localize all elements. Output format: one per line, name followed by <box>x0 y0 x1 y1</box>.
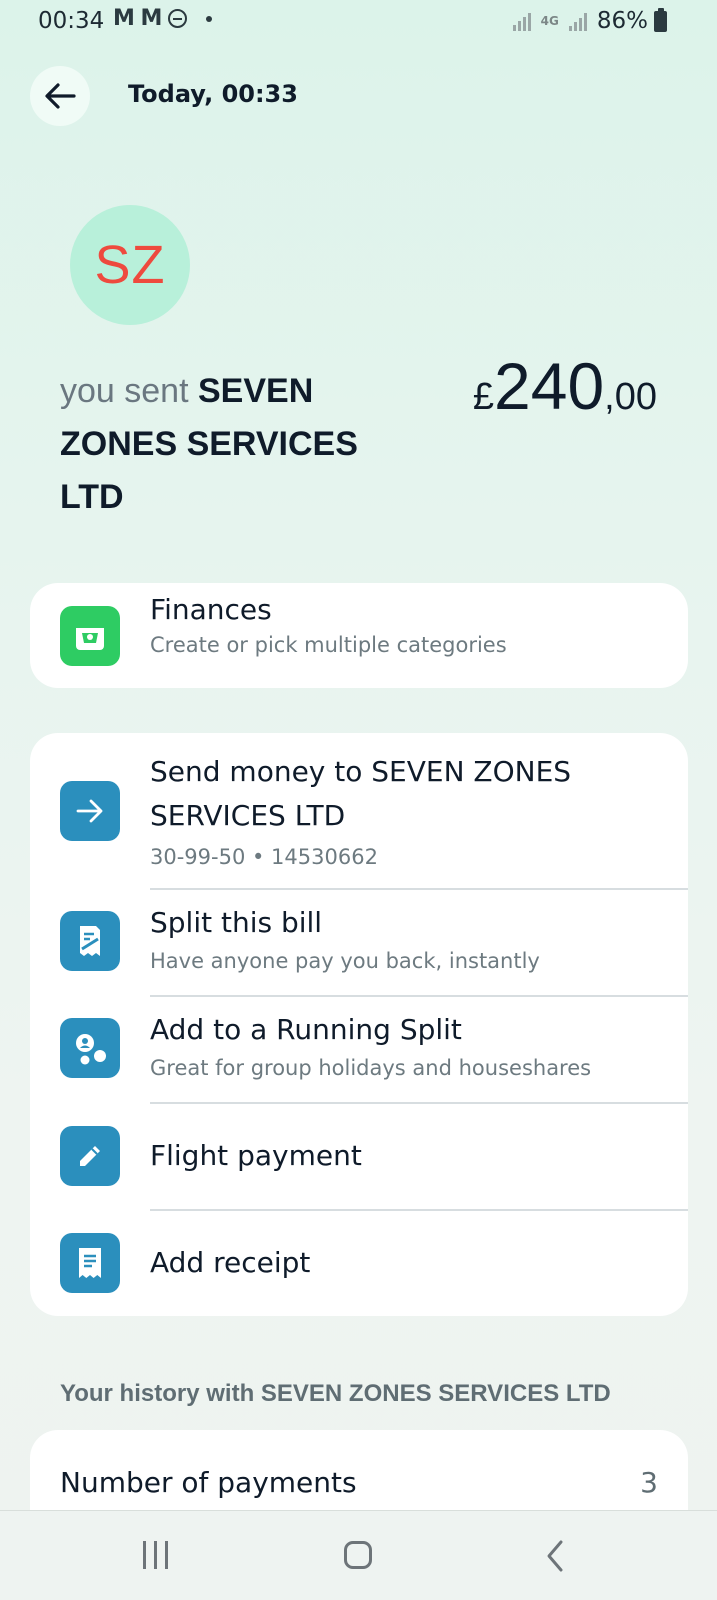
split-bill-title: Split this bill <box>150 906 323 939</box>
avatar: SZ <box>70 205 190 325</box>
history-row-value: 3 <box>640 1466 658 1499</box>
send-money-row[interactable]: Send money to SEVEN ZONES SERVICES LTD 3… <box>30 733 688 888</box>
split-bill-row[interactable]: Split this bill Have anyone pay you back… <box>30 889 688 995</box>
mail-notification-icon: M M <box>113 6 162 31</box>
split-bill-subtitle: Have anyone pay you back, instantly <box>150 949 540 973</box>
add-receipt-row[interactable]: Add receipt <box>30 1210 688 1316</box>
category-title: Finances <box>150 593 272 626</box>
signal-roaming-icon <box>512 11 531 31</box>
status-time: 00:34 <box>38 8 105 34</box>
notification-icons: M M <box>113 6 213 31</box>
running-split-subtitle: Great for group holidays and houseshares <box>150 1056 592 1080</box>
arrow-right-icon <box>60 781 120 841</box>
system-icons: 4G 86% <box>512 7 667 34</box>
system-nav-bar <box>0 1510 717 1600</box>
chevron-left-icon <box>547 1540 563 1572</box>
finance-category-icon <box>60 606 120 666</box>
avatar-initials: SZ <box>94 235 166 295</box>
flight-payment-title: Flight payment <box>150 1139 362 1172</box>
history-heading: Your history with SEVEN ZONES SERVICES L… <box>60 1380 611 1407</box>
do-not-disturb-icon <box>168 9 188 28</box>
home-button[interactable] <box>344 1541 372 1569</box>
back-button[interactable] <box>30 66 90 126</box>
pencil-icon <box>60 1126 120 1186</box>
page-title: Today, 00:33 <box>128 80 298 108</box>
network-type: 4G <box>540 13 559 28</box>
arrow-left-icon <box>45 83 76 109</box>
transaction-title: you sent SEVEN ZONES SERVICES LTD <box>60 365 395 524</box>
category-subtitle: Create or pick multiple categories <box>150 633 507 657</box>
add-receipt-title: Add receipt <box>150 1246 311 1279</box>
status-bar: 00:34 M M 4G 86% <box>0 0 717 44</box>
send-money-account: 30-99-50 • 14530662 <box>150 845 378 869</box>
running-split-title: Add to a Running Split <box>150 1013 462 1046</box>
sent-prefix: you sent <box>60 372 198 410</box>
category-card[interactable]: Finances Create or pick multiple categor… <box>30 583 688 688</box>
actions-card: Send money to SEVEN ZONES SERVICES LTD 3… <box>30 733 688 1316</box>
amount-major: 240 <box>494 349 605 423</box>
amount-currency: £ <box>472 376 495 418</box>
split-bill-icon <box>60 911 120 971</box>
send-money-title: Send money to SEVEN ZONES SERVICES LTD <box>150 755 572 832</box>
more-notifications-dot-icon <box>206 15 213 22</box>
flight-payment-row[interactable]: Flight payment <box>30 1103 688 1209</box>
receipt-icon <box>60 1233 120 1293</box>
amount-minor: ,00 <box>604 376 657 418</box>
battery-percent: 86% <box>596 8 648 34</box>
history-row-label: Number of payments <box>60 1466 357 1499</box>
transaction-amount: £240,00 <box>473 348 657 424</box>
running-split-icon <box>60 1018 120 1078</box>
battery-icon <box>654 7 667 32</box>
nav-back-button[interactable] <box>545 1539 565 1577</box>
recent-apps-button[interactable] <box>143 1541 168 1569</box>
running-split-row[interactable]: Add to a Running Split Great for group h… <box>30 996 688 1102</box>
signal-strength-icon <box>568 11 587 31</box>
